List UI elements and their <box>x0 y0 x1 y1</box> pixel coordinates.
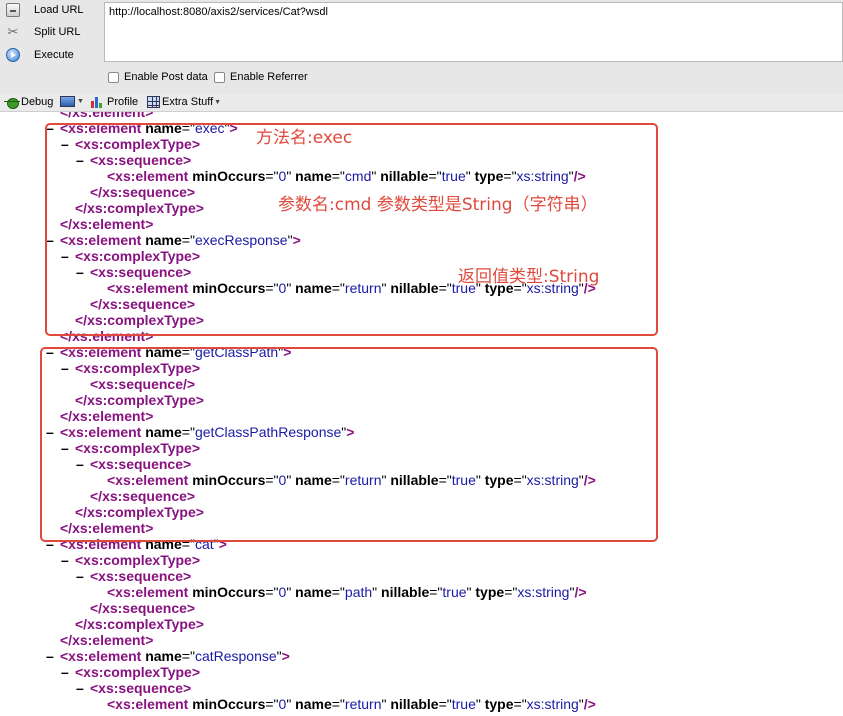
xml-attr-name: nillable <box>381 584 430 600</box>
annotation-method-name: 方法名:exec <box>256 128 353 148</box>
xml-attr-value: path <box>344 584 373 600</box>
xml-line: <xs:element minOccurs="0" name="return" … <box>93 696 596 712</box>
xml-attr-value: xs:string <box>517 584 570 600</box>
xml-line: </xs:element> <box>46 632 153 648</box>
xml-punct: " <box>372 584 382 600</box>
xml-tag: <xs:sequence> <box>90 568 192 584</box>
screenshot-button[interactable]: ▼ <box>60 96 84 107</box>
xml-tag: <xs:complexType> <box>75 664 201 680</box>
xml-tag: <xs:element <box>60 648 146 664</box>
collapse-toggle[interactable]: – <box>61 552 75 568</box>
collapse-toggle[interactable]: – <box>61 664 75 680</box>
xml-attr-value: true <box>451 696 476 712</box>
xml-line: </xs:sequence> <box>76 600 195 616</box>
xml-line[interactable]: – <xs:element name="catResponse"> <box>46 648 290 664</box>
url-input[interactable]: http://localhost:8080/axis2/services/Cat… <box>104 2 843 62</box>
xml-punct: =" <box>265 696 279 712</box>
collapse-toggle[interactable]: – <box>46 648 60 664</box>
xml-tag: <xs:element <box>107 696 193 712</box>
collapse-toggle[interactable]: – <box>76 568 90 584</box>
xml-attr-name: name <box>295 584 332 600</box>
enable-post-label: Enable Post data <box>124 71 208 83</box>
xml-line: <xs:element minOccurs="0" name="path" ni… <box>93 584 587 600</box>
monitor-icon <box>60 96 75 107</box>
xml-punct: " <box>286 584 296 600</box>
xml-tag: /> <box>583 696 596 712</box>
xml-punct: =" <box>331 696 345 712</box>
xml-line: </xs:element> <box>46 112 153 120</box>
xml-tag: <xs:sequence> <box>90 680 192 696</box>
xml-attr-name: minOccurs <box>192 584 266 600</box>
xml-punct: =" <box>429 584 443 600</box>
annotation-return-type: 返回值类型:String <box>458 267 600 287</box>
bug-icon <box>4 96 20 109</box>
checkbox-box[interactable] <box>214 71 225 83</box>
xml-punct: " <box>381 696 391 712</box>
xml-punct: =" <box>181 648 195 664</box>
xml-attr-name: minOccurs <box>192 696 266 712</box>
debug-label: Debug <box>21 96 54 108</box>
hackbar-panel: Load URL ✂ Split URL Execute http://loca… <box>0 0 843 94</box>
xml-attr-name: nillable <box>390 696 439 712</box>
chevron-down-icon: ▼ <box>214 98 222 106</box>
xml-attr-name: name <box>145 648 182 664</box>
xml-punct: =" <box>513 696 527 712</box>
enable-referrer-checkbox[interactable]: Enable Referrer <box>214 71 308 83</box>
play-icon <box>6 48 20 62</box>
xml-punct: =" <box>438 696 452 712</box>
annotation-box-exec <box>45 123 658 336</box>
annotation-parameter: 参数名:cmd 参数类型是String（字符串） <box>278 195 598 215</box>
xml-line[interactable]: – <xs:complexType> <box>61 552 200 568</box>
xml-punct: =" <box>331 584 345 600</box>
xml-line[interactable]: – <xs:sequence> <box>76 568 191 584</box>
xml-attr-name: type <box>484 696 514 712</box>
annotation-box-getclasspath <box>40 347 658 542</box>
xml-attr-value: xs:string <box>526 696 579 712</box>
profile-button[interactable]: Profile <box>91 96 138 108</box>
xml-tag: </xs:complexType> <box>75 616 204 632</box>
split-url-label: Split URL <box>34 26 81 38</box>
chevron-down-icon: ▼ <box>77 98 84 105</box>
xml-attr-value: catResponse <box>194 648 277 664</box>
xml-attr-name: type <box>475 584 505 600</box>
xml-tag: <xs:element <box>107 584 193 600</box>
extra-stuff-menu[interactable]: Extra Stuff ▼ <box>147 96 221 108</box>
xml-line[interactable]: – <xs:complexType> <box>61 664 200 680</box>
debug-button[interactable]: Debug <box>4 96 54 109</box>
extra-stuff-label: Extra Stuff <box>162 96 214 108</box>
xml-tag: </xs:element> <box>60 112 154 120</box>
enable-post-checkbox[interactable]: Enable Post data <box>108 71 208 83</box>
load-url-icon <box>6 3 20 17</box>
xml-tag: > <box>281 648 290 664</box>
load-url-label: Load URL <box>34 4 84 16</box>
xml-tag: </xs:sequence> <box>90 600 196 616</box>
xml-line: </xs:complexType> <box>61 616 204 632</box>
xml-attr-value: true <box>442 584 467 600</box>
devtools-toolbar: Debug ▼ Profile Extra Stuff ▼ <box>0 94 843 112</box>
xml-punct: =" <box>265 584 279 600</box>
xml-punct: " <box>475 696 485 712</box>
xml-line[interactable]: – <xs:sequence> <box>76 680 191 696</box>
checkbox-box[interactable] <box>108 71 119 83</box>
xml-tag: </xs:element> <box>60 632 154 648</box>
xml-tag: <xs:complexType> <box>75 552 201 568</box>
xml-punct: " <box>286 696 296 712</box>
bar-chart-icon <box>91 96 105 108</box>
xml-punct: =" <box>504 584 518 600</box>
execute-label: Execute <box>34 49 74 61</box>
scissors-icon: ✂ <box>7 24 19 39</box>
xml-tag: /> <box>574 584 587 600</box>
collapse-toggle[interactable]: – <box>76 680 90 696</box>
xml-attr-value: return <box>344 696 382 712</box>
enable-referrer-label: Enable Referrer <box>230 71 308 83</box>
grid-icon <box>147 96 160 108</box>
profile-label: Profile <box>107 96 139 108</box>
xml-attr-name: name <box>295 696 332 712</box>
